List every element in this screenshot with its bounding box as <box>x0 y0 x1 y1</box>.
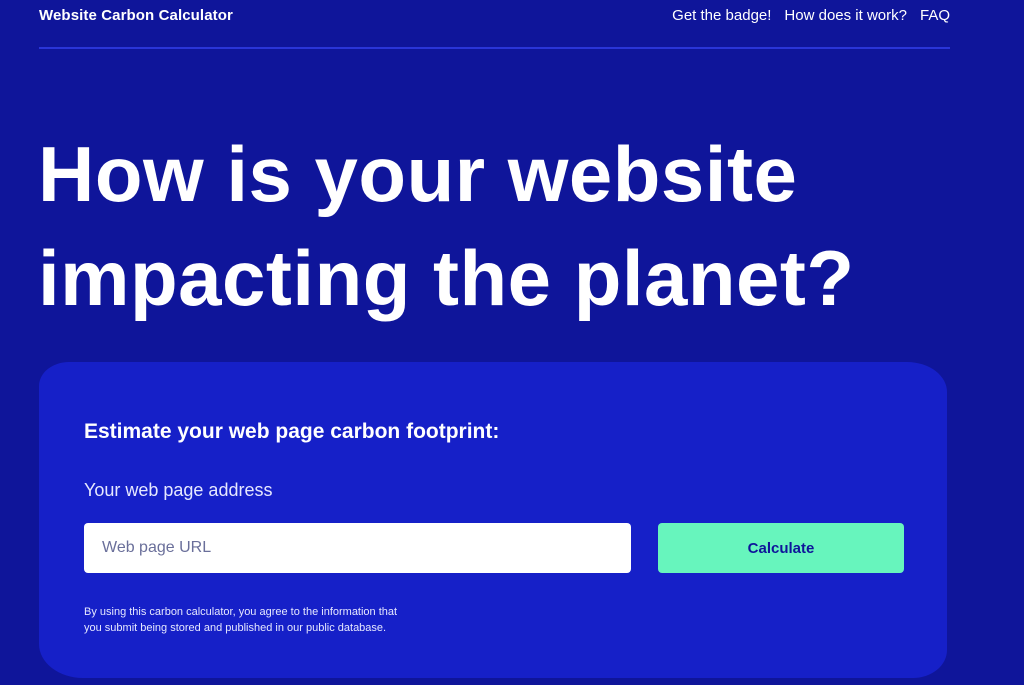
calculator-heading: Estimate your web page carbon footprint: <box>84 420 500 443</box>
url-input[interactable] <box>84 523 631 573</box>
nav-link-get-the-badge[interactable]: Get the badge! <box>672 7 771 24</box>
top-nav: Website Carbon Calculator Get the badge!… <box>39 0 950 49</box>
url-field-label: Your web page address <box>84 480 273 500</box>
nav-link-how-does-it-work[interactable]: How does it work? <box>784 7 907 24</box>
hero-title-line-1: How is your website <box>38 130 798 218</box>
nav-link-faq[interactable]: FAQ <box>920 7 950 24</box>
hero-title: How is your website impacting the planet… <box>38 122 938 330</box>
site-brand-link[interactable]: Website Carbon Calculator <box>39 7 233 24</box>
calculate-button[interactable]: Calculate <box>658 523 904 573</box>
disclaimer-text: By using this carbon calculator, you agr… <box>84 604 444 636</box>
disclaimer-line-1: By using this carbon calculator, you agr… <box>84 606 398 618</box>
calculator-card: Estimate your web page carbon footprint:… <box>39 362 947 678</box>
hero-title-line-2: impacting the planet? <box>38 234 855 322</box>
nav-links: Get the badge! How does it work? FAQ <box>672 7 950 24</box>
disclaimer-line-2: you submit being stored and published in… <box>84 622 387 634</box>
